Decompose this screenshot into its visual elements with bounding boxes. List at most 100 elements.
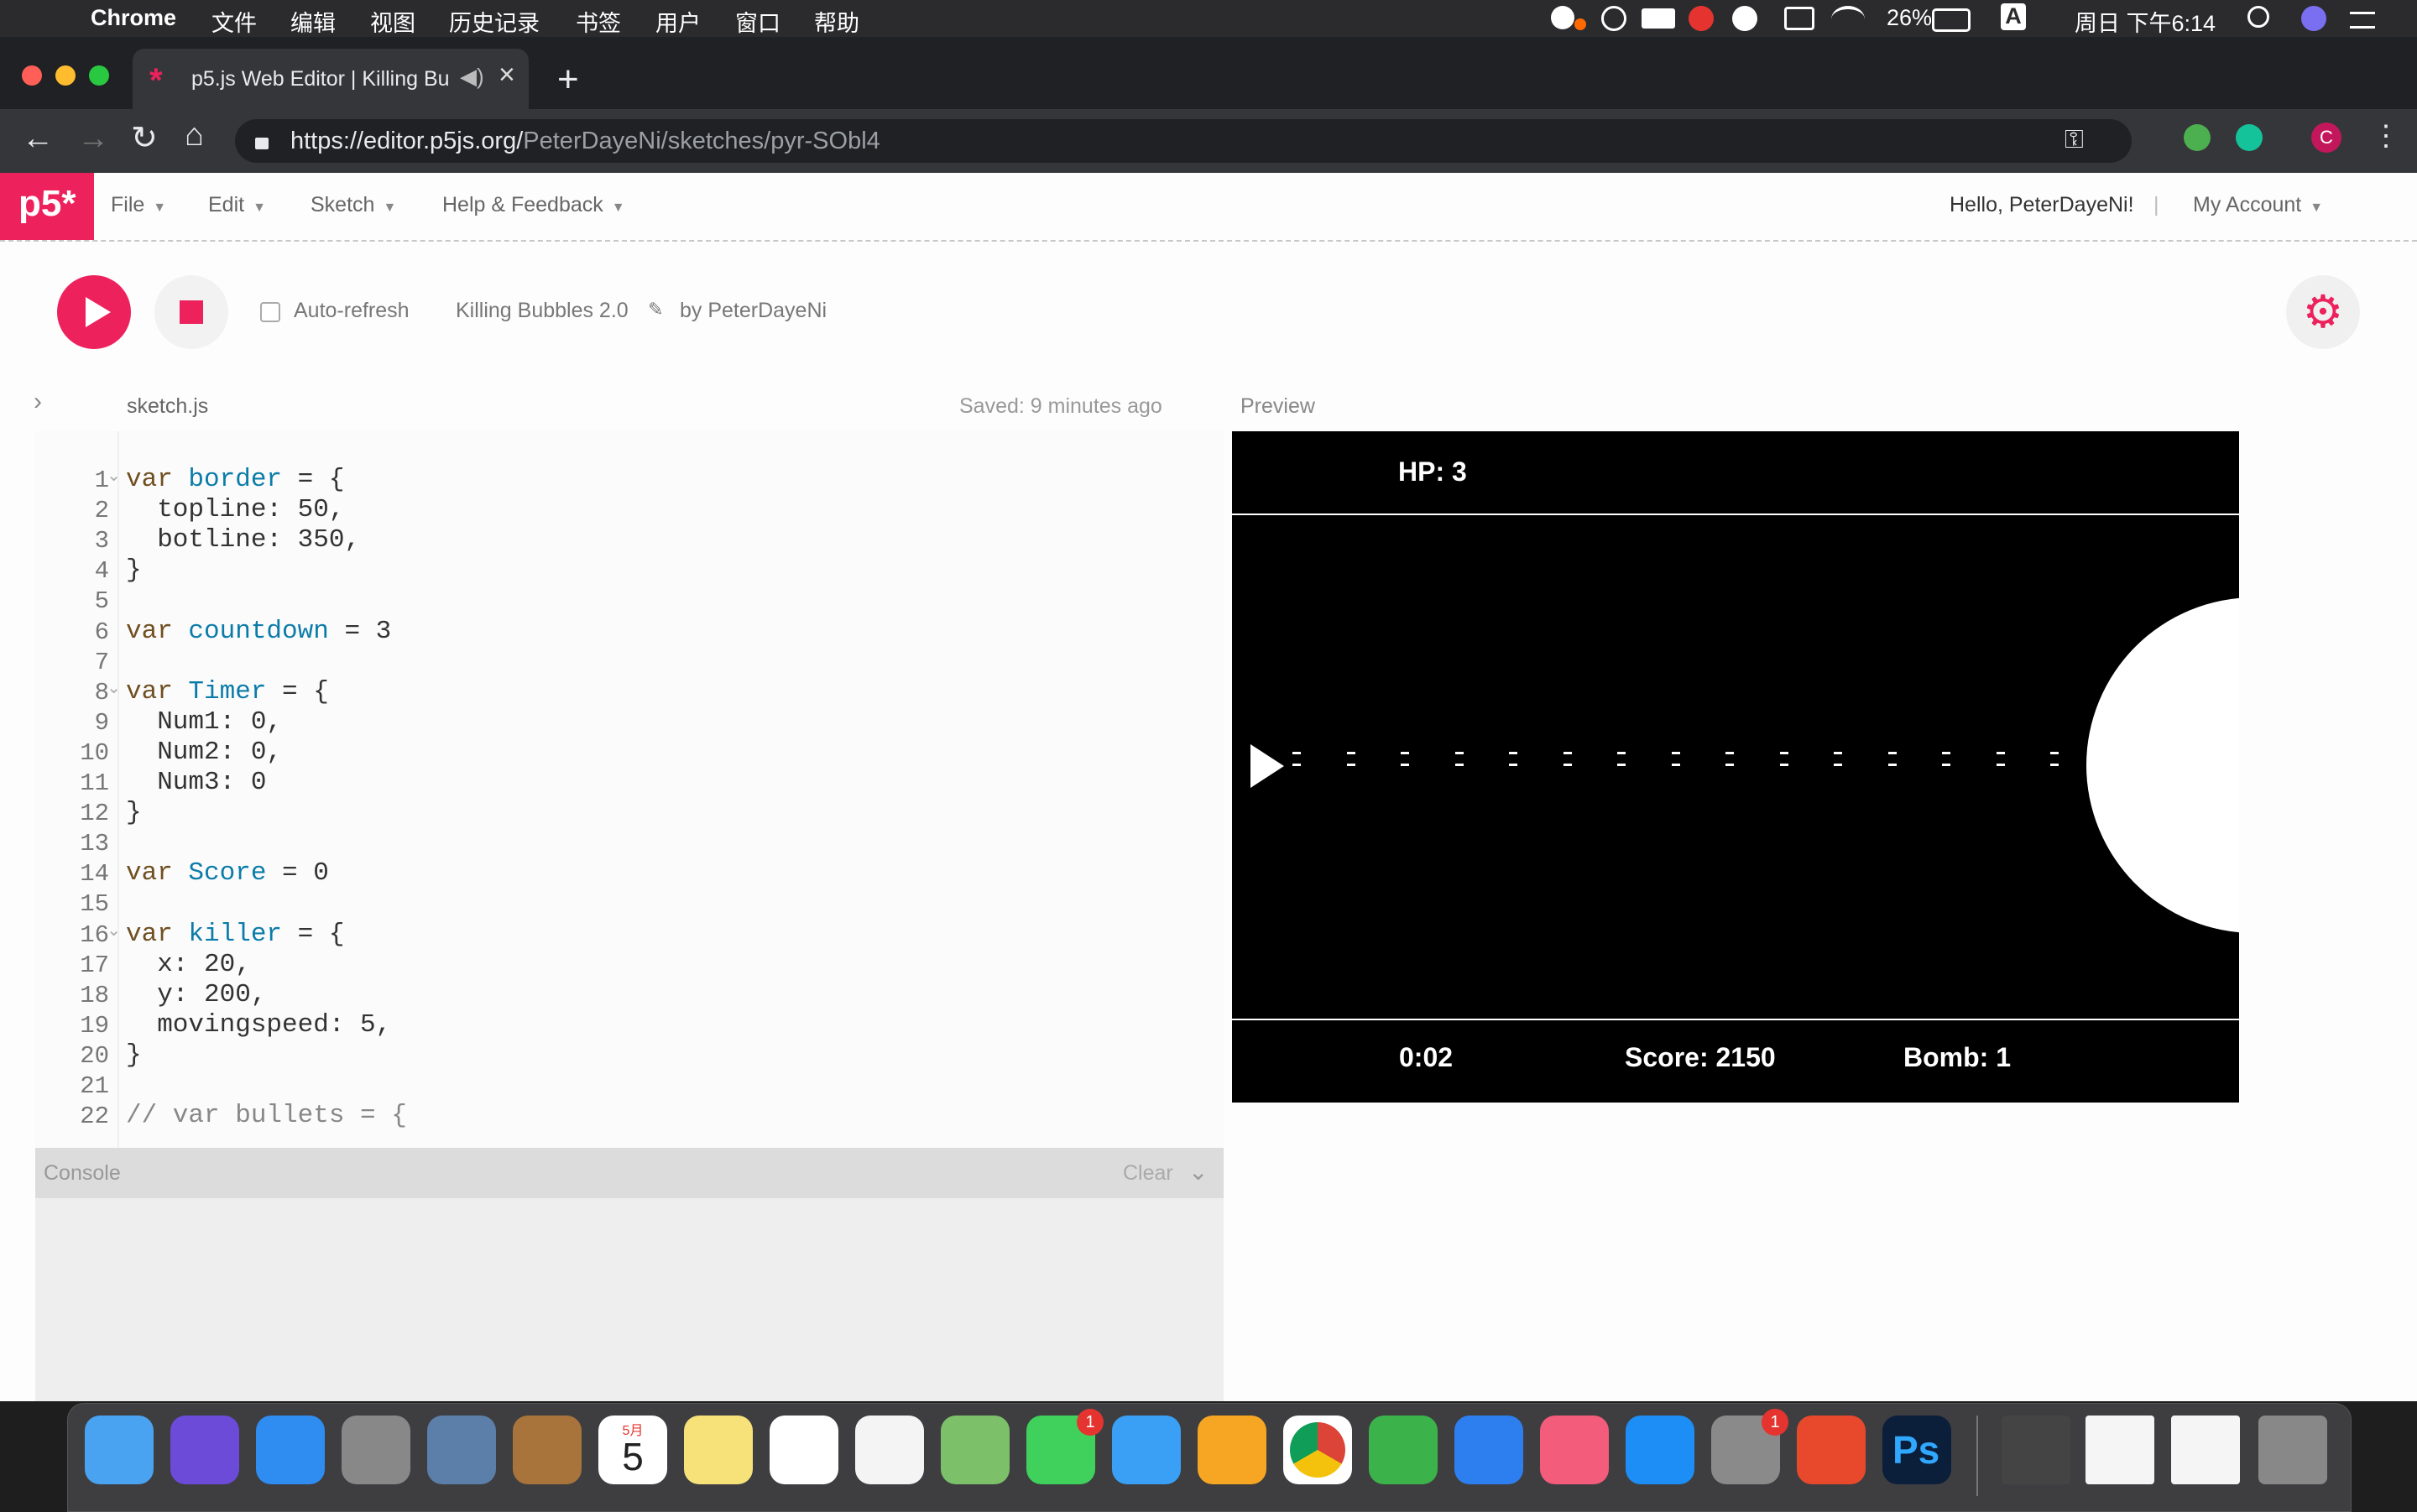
nav-edit[interactable]: Edit ▼ xyxy=(208,193,266,217)
code-line[interactable]: var Score = 0 xyxy=(126,858,329,888)
m-app-icon[interactable] xyxy=(1732,6,1757,31)
menu-help[interactable]: 帮助 xyxy=(814,5,859,38)
code-editor[interactable]: 1 ⌄ 2 3 4 5 6 7 8 ⌄ 9 10 11 12 13 14 15 16 ⌄ 17 18 19 20 21 22 v… xyxy=(35,431,1224,1153)
menu-file[interactable]: 文件 xyxy=(211,5,257,38)
address-bar[interactable]: https://editor.p5js.org/PeterDayeNi/sket… xyxy=(235,119,2132,163)
code-line[interactable]: topline: 50, xyxy=(126,495,344,524)
audio-playing-icon[interactable]: ◀) xyxy=(460,64,484,90)
clock[interactable]: 周日 下午6:14 xyxy=(2075,5,2216,38)
key-icon[interactable]: ⚿ xyxy=(2065,126,2084,154)
menu-bookmarks[interactable]: 书签 xyxy=(576,5,621,38)
dock-keynote-icon[interactable] xyxy=(1454,1416,1523,1484)
menu-window[interactable]: 窗口 xyxy=(735,5,780,38)
url-text[interactable]: https://editor.p5js.org/PeterDayeNi/sket… xyxy=(290,128,880,155)
window-thumbnail-photoshop[interactable] xyxy=(2002,1416,2070,1484)
dock-calendar-icon[interactable]: 5月 5 xyxy=(598,1416,667,1484)
sync-icon[interactable] xyxy=(1601,6,1626,31)
dock-finder-icon[interactable] xyxy=(85,1416,154,1484)
dock-notes-icon[interactable] xyxy=(684,1416,753,1484)
dock-preview-icon[interactable] xyxy=(427,1416,496,1484)
dock-numbers-icon[interactable] xyxy=(1369,1416,1438,1484)
app-menu[interactable]: Chrome xyxy=(91,5,176,31)
code-line[interactable]: movingspeed: 5, xyxy=(126,1010,391,1040)
auto-refresh-checkbox[interactable] xyxy=(260,302,280,322)
dock-messages-icon[interactable] xyxy=(1112,1416,1181,1484)
input-method-icon[interactable]: A xyxy=(2001,3,2026,30)
window-thumbnail-2[interactable] xyxy=(2171,1416,2240,1484)
nav-file[interactable]: File ▼ xyxy=(111,193,166,217)
dock-reminders-icon[interactable] xyxy=(770,1416,838,1484)
airplay-icon[interactable] xyxy=(1784,7,1814,30)
menu-people[interactable]: 用户 xyxy=(655,5,701,38)
stack-icon[interactable] xyxy=(1642,8,1675,29)
new-tab-icon[interactable]: + xyxy=(557,59,579,101)
zoom-window-button[interactable] xyxy=(89,65,109,86)
pencil-icon[interactable]: ✎ xyxy=(648,299,663,321)
code-line[interactable]: y: 200, xyxy=(126,980,266,1009)
dock-chrome-icon[interactable] xyxy=(1283,1416,1352,1484)
code-line[interactable]: var Timer = { xyxy=(126,677,329,706)
dock-contacts-icon[interactable] xyxy=(513,1416,582,1484)
minimize-window-button[interactable] xyxy=(55,65,76,86)
home-icon[interactable]: ⌂ xyxy=(185,117,204,154)
dock-itunes-icon[interactable] xyxy=(1540,1416,1609,1484)
lock-icon[interactable] xyxy=(255,138,269,149)
cloud-icon[interactable] xyxy=(1551,6,1574,29)
back-icon[interactable]: ← xyxy=(22,121,54,157)
expand-sidebar-icon[interactable]: › xyxy=(34,388,42,416)
fold-chevron-icon[interactable]: ⌄ xyxy=(107,465,121,487)
code-line[interactable]: } xyxy=(126,798,142,827)
dock-pages-icon[interactable] xyxy=(1198,1416,1266,1484)
dock-facetime-icon[interactable]: 1 xyxy=(1026,1409,1104,1484)
dock-siri-icon[interactable] xyxy=(170,1416,239,1484)
code-line[interactable]: } xyxy=(126,1040,142,1070)
fold-chevron-icon[interactable]: ⌄ xyxy=(107,677,121,699)
dock-photoshop-icon[interactable]: Ps xyxy=(1882,1416,1951,1484)
nav-my-account[interactable]: My Account ▼ xyxy=(2193,193,2323,217)
dock-safari-icon[interactable] xyxy=(256,1416,325,1484)
sogou-icon[interactable] xyxy=(1689,6,1714,31)
stop-button[interactable] xyxy=(154,275,228,349)
code-line[interactable]: Num3: 0 xyxy=(126,768,266,797)
reload-icon[interactable]: ↻ xyxy=(131,119,158,157)
dock-launchpad-icon[interactable] xyxy=(342,1416,410,1484)
nav-help[interactable]: Help & Feedback ▼ xyxy=(442,193,625,217)
dock-photos-icon[interactable] xyxy=(855,1416,924,1484)
code-line[interactable]: // var bullets = { xyxy=(126,1101,407,1130)
settings-gear-icon[interactable]: ⚙ xyxy=(2286,275,2360,349)
chrome-menu-icon[interactable]: ⋮ xyxy=(2372,119,2400,153)
preview-canvas[interactable]: HP: 3 0:02 Score: 2150 Bomb: 1 xyxy=(1232,431,2239,1103)
dock-netease-music-icon[interactable] xyxy=(1797,1416,1866,1484)
extension-icon[interactable] xyxy=(2184,124,2211,151)
siri-icon[interactable] xyxy=(2301,6,2326,31)
code-line[interactable]: x: 20, xyxy=(126,950,251,979)
file-name[interactable]: sketch.js xyxy=(127,394,208,419)
dock-app-store-icon[interactable] xyxy=(1626,1416,1694,1484)
fold-chevron-icon[interactable]: ⌄ xyxy=(107,920,121,941)
spotlight-icon[interactable] xyxy=(2247,6,2269,28)
console-clear-button[interactable]: Clear xyxy=(1123,1161,1173,1186)
close-tab-icon[interactable]: × xyxy=(499,59,515,91)
sketch-name[interactable]: Killing Bubbles 2.0 xyxy=(456,299,629,323)
window-thumbnail-1[interactable] xyxy=(2086,1416,2154,1484)
collapse-console-icon[interactable]: ⌄ xyxy=(1188,1158,1208,1186)
grammarly-icon[interactable] xyxy=(2236,124,2263,151)
close-window-button[interactable] xyxy=(22,65,42,86)
tab-p5-editor[interactable]: * p5.js Web Editor | Killing Bu ◀) × xyxy=(133,49,529,109)
play-button[interactable] xyxy=(57,275,131,349)
dock-maps-icon[interactable] xyxy=(941,1416,1010,1484)
wifi-icon[interactable] xyxy=(1831,6,1865,33)
code-line[interactable]: botline: 350, xyxy=(126,525,360,555)
code-line[interactable]: } xyxy=(126,555,142,585)
menu-edit[interactable]: 编辑 xyxy=(290,5,336,38)
profile-avatar[interactable]: C xyxy=(2311,123,2341,153)
trash-icon[interactable] xyxy=(2258,1416,2327,1484)
battery-icon[interactable] xyxy=(1932,8,1971,32)
p5-logo[interactable]: p5* xyxy=(0,173,94,240)
forward-icon[interactable]: → xyxy=(77,121,109,157)
code-line[interactable]: Num1: 0, xyxy=(126,707,282,737)
code-line[interactable]: Num2: 0, xyxy=(126,738,282,767)
code-line[interactable]: var countdown = 3 xyxy=(126,617,391,646)
menu-history[interactable]: 历史记录 xyxy=(449,5,540,38)
code-line[interactable]: var border = { xyxy=(126,465,344,494)
